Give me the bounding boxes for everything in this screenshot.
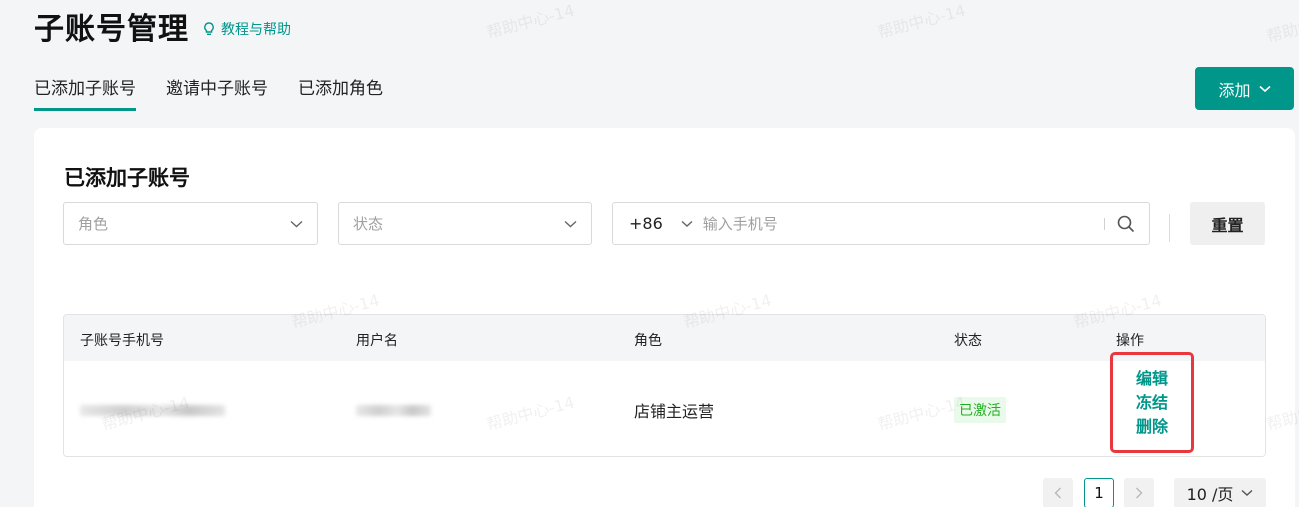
delete-link[interactable]: 删除: [1136, 415, 1168, 439]
reset-button[interactable]: 重置: [1190, 202, 1265, 245]
page-header: 子账号管理 教程与帮助: [34, 4, 291, 48]
search-icon[interactable]: [1117, 215, 1135, 233]
edit-link[interactable]: 编辑: [1136, 367, 1168, 391]
add-button[interactable]: 添加: [1195, 67, 1294, 110]
watermark: 帮助中心-14: [484, 0, 577, 43]
freeze-link[interactable]: 冻结: [1136, 391, 1168, 415]
phone-input[interactable]: [702, 205, 1104, 242]
chevron-down-icon: [564, 220, 577, 227]
country-code-select[interactable]: +86: [613, 214, 693, 233]
username-cell-redacted: [356, 405, 431, 416]
phone-cell-redacted: [80, 405, 225, 416]
column-header-actions: 操作: [1116, 333, 1144, 349]
role-select-placeholder: 角色: [78, 215, 109, 233]
lightbulb-icon: [204, 22, 214, 36]
column-header-phone: 子账号手机号: [80, 333, 164, 349]
chevron-down-icon: [1258, 85, 1271, 92]
status-badge: 已激活: [954, 397, 1006, 423]
phone-search-field: +86: [612, 202, 1150, 245]
prev-page-button[interactable]: [1043, 478, 1073, 507]
column-header-status: 状态: [954, 333, 982, 349]
help-link-label: 教程与帮助: [221, 22, 291, 38]
next-page-button[interactable]: [1124, 478, 1154, 507]
add-button-label: 添加: [1218, 80, 1251, 100]
column-header-username: 用户名: [356, 333, 398, 349]
status-select[interactable]: 状态: [338, 202, 592, 245]
subaccount-table: 子账号手机号 用户名 角色 状态 操作 店铺主运营 已激活: [63, 314, 1266, 457]
role-cell: 店铺主运营: [634, 402, 715, 421]
tab-added-roles[interactable]: 已添加角色: [298, 74, 383, 111]
input-divider: [1104, 217, 1105, 230]
table-header: 子账号手机号 用户名 角色 状态 操作: [64, 315, 1265, 361]
help-link[interactable]: 教程与帮助: [203, 19, 291, 39]
actions-highlight-box: 编辑 冻结 删除: [1110, 352, 1194, 453]
chevron-left-icon: [1054, 487, 1061, 499]
page-title: 子账号管理: [34, 12, 189, 47]
column-header-role: 角色: [634, 333, 662, 349]
tab-inviting-subaccounts[interactable]: 邀请中子账号: [166, 74, 268, 111]
chevron-down-icon: [1241, 489, 1253, 496]
page-number-button[interactable]: 1: [1084, 478, 1114, 507]
content-card: 已添加子账号 角色 状态 +86 输入手机号 重置 子账号手机号 用户名 角色 …: [34, 128, 1295, 507]
chevron-down-icon: [681, 220, 693, 227]
country-code-value: +86: [629, 214, 663, 233]
filter-divider: [1169, 214, 1170, 242]
watermark: 帮助中心-14: [875, 0, 968, 43]
tab-bar: 已添加子账号 邀请中子账号 已添加角色: [34, 74, 413, 111]
role-select[interactable]: 角色: [63, 202, 318, 245]
table-row: 店铺主运营 已激活: [64, 361, 1265, 456]
page-size-select[interactable]: 10 /页: [1174, 478, 1266, 507]
page-size-value: 10 /页: [1186, 485, 1234, 504]
watermark: 帮助中心-14: [1264, 4, 1299, 47]
section-title: 已添加子账号: [64, 166, 190, 190]
status-select-placeholder: 状态: [353, 215, 384, 233]
chevron-down-icon: [290, 220, 303, 227]
chevron-right-icon: [1136, 487, 1143, 499]
tab-added-subaccounts[interactable]: 已添加子账号: [34, 74, 136, 111]
